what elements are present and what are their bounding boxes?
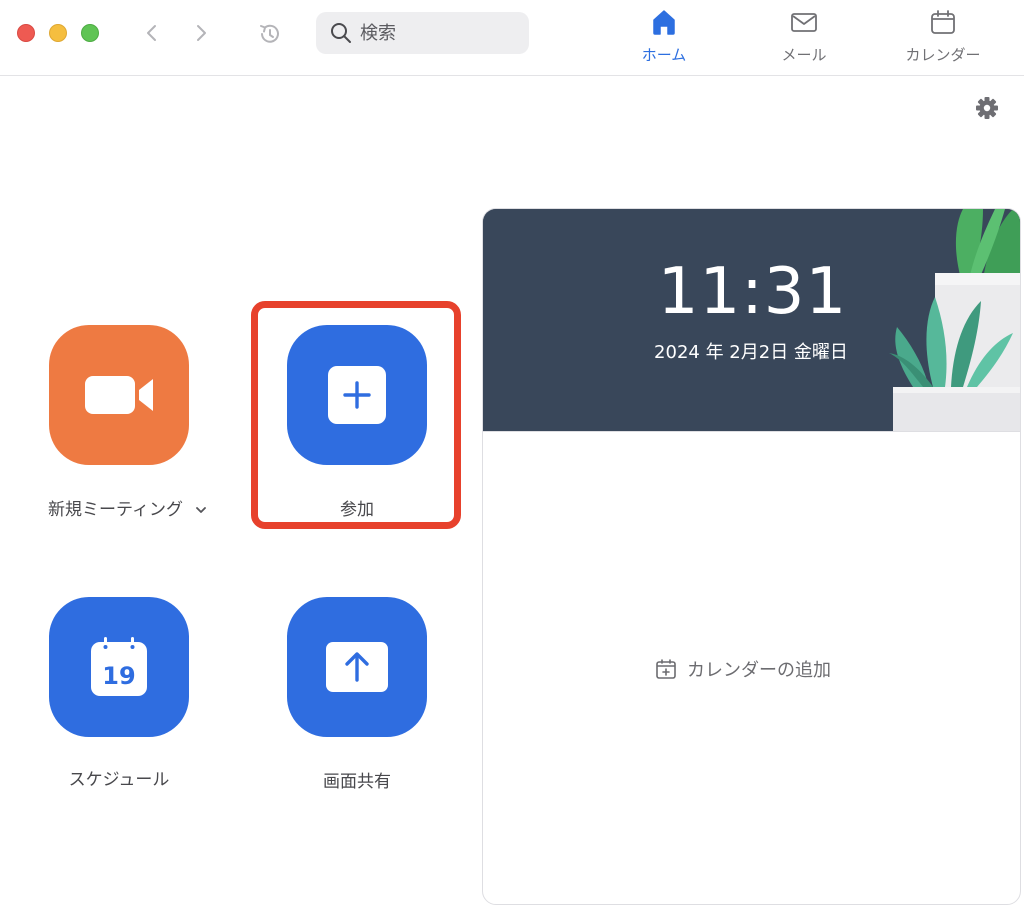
history-icon <box>260 24 279 43</box>
chevron-down-icon[interactable] <box>194 505 208 515</box>
calendar-day-number: 19 <box>102 662 135 690</box>
clock-time: 11:31 <box>657 255 848 329</box>
tab-mail[interactable]: メール <box>764 8 844 68</box>
calendar-icon <box>931 10 955 34</box>
search-box[interactable] <box>316 12 529 54</box>
share-screen-label: 画面共有 <box>323 772 391 792</box>
home-icon <box>653 10 675 35</box>
plus-icon <box>328 366 386 424</box>
back-button[interactable] <box>139 20 165 46</box>
forward-button[interactable] <box>188 20 214 46</box>
add-calendar-link[interactable]: カレンダーの追加 <box>655 656 831 682</box>
chevron-left-icon <box>147 25 156 41</box>
share-screen-button[interactable] <box>287 597 427 737</box>
gear-icon <box>976 97 998 119</box>
clock-banner: 11:31 2024 年 2月2日 金曜日 <box>483 209 1020 431</box>
clock-date: 2024 年 2月2日 金曜日 <box>654 342 848 363</box>
schedule-button[interactable]: 19 <box>49 597 189 737</box>
panel-divider <box>483 431 1020 432</box>
tab-home-label: ホーム <box>641 46 687 64</box>
title-bar: ホーム メール カレンダー <box>0 0 1024 76</box>
join-label: 参加 <box>340 500 374 520</box>
search-icon <box>331 23 351 43</box>
video-camera-icon <box>85 376 153 414</box>
calendar-add-icon <box>656 659 676 679</box>
new-meeting-label[interactable]: 新規ミーティング <box>48 495 208 520</box>
upcoming-panel: 11:31 2024 年 2月2日 金曜日 カレンダーの追加 <box>482 208 1021 905</box>
tab-home[interactable]: ホーム <box>624 8 704 68</box>
zoom-window-button[interactable] <box>81 24 99 42</box>
history-button[interactable] <box>255 19 285 49</box>
minimize-window-button[interactable] <box>49 24 67 42</box>
new-meeting-label-text: 新規ミーティング <box>48 500 183 520</box>
schedule-label: スケジュール <box>68 770 170 790</box>
close-window-button[interactable] <box>17 24 35 42</box>
mail-icon <box>791 13 817 32</box>
tab-calendar-label: カレンダー <box>905 46 981 64</box>
chevron-right-icon <box>197 25 206 41</box>
calendar-icon: 19 <box>91 637 147 696</box>
upload-arrow-icon <box>326 642 388 692</box>
settings-button[interactable] <box>973 94 1001 122</box>
new-meeting-button[interactable] <box>49 325 189 465</box>
tab-calendar[interactable]: カレンダー <box>893 8 993 68</box>
add-calendar-label: カレンダーの追加 <box>687 660 831 681</box>
join-button[interactable] <box>287 325 427 465</box>
tab-mail-label: メール <box>781 46 827 64</box>
search-input[interactable] <box>360 22 510 44</box>
